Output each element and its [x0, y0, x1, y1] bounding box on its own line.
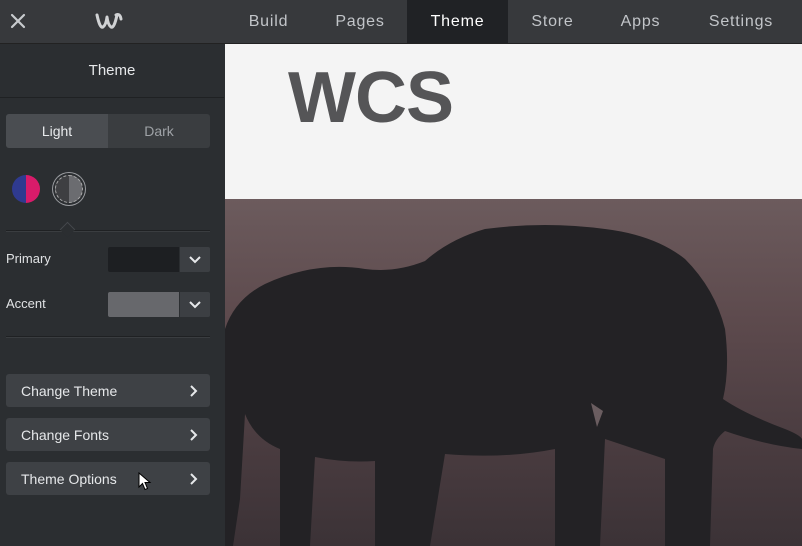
mouse-cursor-icon: [138, 472, 152, 491]
chevron-right-icon: [190, 428, 198, 441]
weebly-logo-icon[interactable]: [94, 9, 124, 33]
selected-swatch-caret: [59, 221, 76, 238]
chevron-down-icon: [189, 255, 201, 263]
primary-color-select[interactable]: [108, 247, 210, 272]
divider: [6, 336, 210, 338]
change-fonts-label: Change Fonts: [21, 426, 109, 443]
close-icon: [10, 13, 26, 29]
theme-sidebar: Theme Light Dark Primary Accent Change T…: [0, 44, 224, 546]
sidebar-title: Theme: [0, 44, 224, 98]
nav-settings[interactable]: Settings: [684, 0, 798, 43]
elephant-silhouette: [225, 225, 802, 546]
hero-image[interactable]: [225, 199, 802, 546]
chevron-right-icon: [190, 472, 198, 485]
primary-dropdown-toggle[interactable]: [179, 247, 210, 272]
site-preview: WCS: [225, 44, 802, 546]
light-mode-button[interactable]: Light: [6, 114, 108, 148]
mode-toggle: Light Dark: [6, 114, 210, 148]
theme-options-button[interactable]: Theme Options: [6, 462, 210, 495]
primary-label: Primary: [6, 251, 51, 266]
color-swatch-dark-gray[interactable]: [55, 175, 83, 203]
nav-store[interactable]: Store: [508, 0, 597, 43]
divider: [6, 230, 210, 232]
main-nav: Build Pages Theme Store Apps Settings: [224, 0, 798, 43]
site-header: WCS: [225, 44, 802, 199]
change-theme-label: Change Theme: [21, 382, 118, 399]
nav-build[interactable]: Build: [224, 0, 313, 43]
dark-mode-button[interactable]: Dark: [108, 114, 210, 148]
chevron-down-icon: [189, 300, 201, 308]
change-theme-button[interactable]: Change Theme: [6, 374, 210, 407]
change-fonts-button[interactable]: Change Fonts: [6, 418, 210, 451]
nav-apps[interactable]: Apps: [597, 0, 684, 43]
nav-theme[interactable]: Theme: [407, 0, 508, 43]
accent-color-select[interactable]: [108, 292, 210, 317]
nav-pages[interactable]: Pages: [313, 0, 407, 43]
accent-label: Accent: [6, 296, 46, 311]
primary-color-fill: [108, 247, 179, 272]
top-bar: Build Pages Theme Store Apps Settings: [0, 0, 802, 44]
chevron-right-icon: [190, 384, 198, 397]
accent-color-fill: [108, 292, 179, 317]
theme-options-label: Theme Options: [21, 470, 117, 487]
color-swatch-blue-magenta[interactable]: [12, 175, 40, 203]
close-button[interactable]: [5, 7, 31, 35]
accent-dropdown-toggle[interactable]: [179, 292, 210, 317]
site-title[interactable]: WCS: [288, 62, 454, 134]
